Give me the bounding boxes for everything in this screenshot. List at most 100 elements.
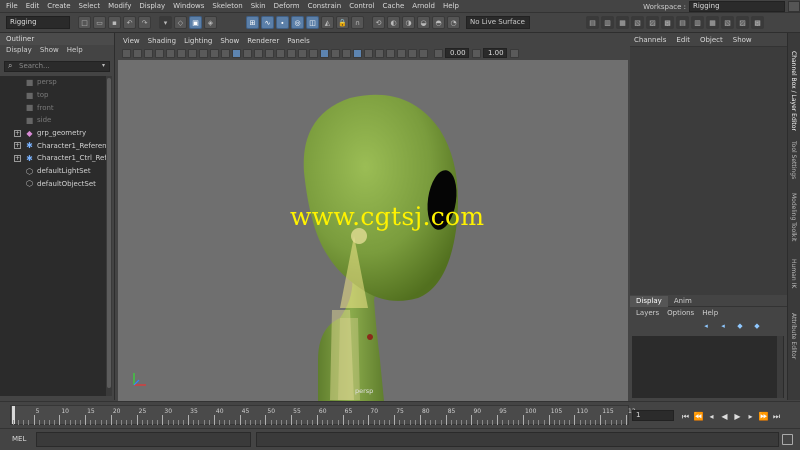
go-to-start-icon[interactable]: ⏮ xyxy=(680,411,691,422)
history-icon[interactable]: ⟲ xyxy=(372,16,385,29)
save-scene-icon[interactable]: ▪ xyxy=(108,16,121,29)
play-forward-icon[interactable]: ▶ xyxy=(732,411,743,422)
perspective-viewport[interactable]: www.cgtsj.com persp xyxy=(118,60,628,401)
lock-icon[interactable]: 🔒 xyxy=(336,16,349,29)
play-backward-icon[interactable]: ◀ xyxy=(719,411,730,422)
expand-icon[interactable]: + xyxy=(14,142,21,150)
snap-grid-icon[interactable]: ⊞ xyxy=(246,16,259,29)
current-frame-field[interactable]: 1 xyxy=(632,410,674,421)
select-mask-icon[interactable]: ◈ xyxy=(204,16,217,29)
shadows-icon[interactable] xyxy=(320,48,329,58)
open-scene-icon[interactable]: ▭ xyxy=(93,16,106,29)
gamma-field[interactable]: 1.00 xyxy=(483,48,507,58)
tab-attribute-editor[interactable]: Attribute Editor xyxy=(790,313,797,359)
layer-scrollbar[interactable] xyxy=(777,336,783,398)
outliner-scrollbar[interactable] xyxy=(106,76,112,396)
camera-icon-toolbar[interactable]: ◔ xyxy=(447,16,460,29)
wireframe-on-shaded-icon[interactable] xyxy=(287,48,296,58)
expand-icon[interactable]: + xyxy=(14,129,21,137)
time-slider-track[interactable]: 5 10 15 20 25 30 35 40 45 50 55 60 65 70 75 80 85 90 95 100… xyxy=(10,405,636,425)
menu-modify[interactable]: Modify xyxy=(108,2,131,10)
edit-menu[interactable]: Edit xyxy=(676,36,690,44)
menu-select[interactable]: Select xyxy=(79,2,101,10)
smooth-shade-icon[interactable] xyxy=(276,48,285,58)
toggle-panel-c-icon[interactable]: ▦ xyxy=(706,16,719,29)
menu-windows[interactable]: Windows xyxy=(173,2,204,10)
gate-mask-icon[interactable] xyxy=(221,48,230,58)
outliner-item[interactable]: + ✱ Character1_Ctrl_Reference xyxy=(0,152,112,165)
script-editor-icon[interactable] xyxy=(782,434,793,445)
snap-surface-icon[interactable]: ◫ xyxy=(306,16,319,29)
viewport-menu-panels[interactable]: Panels xyxy=(287,37,310,45)
viewport-menu-shading[interactable]: Shading xyxy=(148,37,176,45)
viewport-menu-renderer[interactable]: Renderer xyxy=(247,37,279,45)
field-chart-icon[interactable] xyxy=(232,48,241,58)
select-hierarchy-icon[interactable]: ▾ xyxy=(159,16,172,29)
outliner-item[interactable]: ■ front xyxy=(0,101,112,114)
ipr-render-icon[interactable]: ◑ xyxy=(402,16,415,29)
toggle-channel-icon[interactable]: ▧ xyxy=(631,16,644,29)
options-menu[interactable]: Options xyxy=(667,307,694,319)
outliner-item[interactable]: ⬡ defaultLightSet xyxy=(0,165,112,178)
toggle-layer-icon[interactable]: ▩ xyxy=(661,16,674,29)
textured-icon[interactable] xyxy=(298,48,307,58)
exposure-icon[interactable] xyxy=(434,48,443,58)
outliner-item[interactable]: ■ top xyxy=(0,89,112,102)
step-back-key-icon[interactable]: ⏪ xyxy=(693,411,704,422)
color-management-icon[interactable] xyxy=(510,48,519,58)
step-back-frame-icon[interactable]: ◂ xyxy=(706,411,717,422)
step-forward-frame-icon[interactable]: ▸ xyxy=(745,411,756,422)
outliner-menu-display[interactable]: Display xyxy=(6,45,32,56)
move-layer-down-icon[interactable]: ◂ xyxy=(717,322,729,331)
outliner-item[interactable]: + ✱ Character1_Reference xyxy=(0,139,112,152)
render-frame-icon[interactable]: ◐ xyxy=(387,16,400,29)
xray-joints-icon[interactable] xyxy=(397,48,406,58)
toggle-attr-icon[interactable]: ▦ xyxy=(616,16,629,29)
toggle-tool-settings-icon[interactable]: ▨ xyxy=(646,16,659,29)
redo-icon[interactable]: ↷ xyxy=(138,16,151,29)
magnet-icon[interactable]: ∩ xyxy=(351,16,364,29)
depth-of-field-icon[interactable] xyxy=(364,48,373,58)
channels-menu[interactable]: Channels xyxy=(634,36,666,44)
toggle-modeling-icon[interactable]: ▥ xyxy=(601,16,614,29)
select-camera-icon[interactable] xyxy=(122,48,131,58)
menu-arnold[interactable]: Arnold xyxy=(412,2,435,10)
menu-skin[interactable]: Skin xyxy=(251,2,266,10)
toggle-panel-b-icon[interactable]: ▥ xyxy=(691,16,704,29)
viewport-menu-lighting[interactable]: Lighting xyxy=(184,37,212,45)
menu-set-dropdown[interactable]: Rigging xyxy=(6,16,70,29)
exposure-field[interactable]: 0.00 xyxy=(445,48,469,58)
tab-tool-settings[interactable]: Tool Settings xyxy=(790,141,797,179)
select-component-icon[interactable]: ▣ xyxy=(189,16,202,29)
outliner-search-input[interactable]: Search... xyxy=(4,61,110,72)
menu-constrain[interactable]: Constrain xyxy=(308,2,342,10)
toggle-panel-e-icon[interactable]: ▨ xyxy=(736,16,749,29)
toggle-outliner-icon[interactable]: ▤ xyxy=(586,16,599,29)
outliner-menu-show[interactable]: Show xyxy=(40,45,59,56)
menu-deform[interactable]: Deform xyxy=(274,2,300,10)
tab-human-ik[interactable]: Human IK xyxy=(790,259,797,288)
toggle-panel-d-icon[interactable]: ▧ xyxy=(721,16,734,29)
workspace-dropdown[interactable]: Rigging xyxy=(689,1,785,12)
tab-modeling-toolkit[interactable]: Modeling Toolkit xyxy=(790,193,797,241)
render-settings-icon[interactable]: ◒ xyxy=(417,16,430,29)
viewport-menu-show[interactable]: Show xyxy=(220,37,239,45)
move-layer-up-icon[interactable]: ◂ xyxy=(700,322,712,331)
live-surface-field[interactable]: No Live Surface xyxy=(466,16,530,29)
menu-help[interactable]: Help xyxy=(443,2,459,10)
mel-label[interactable]: MEL xyxy=(12,435,26,443)
bookmark-icon[interactable] xyxy=(144,48,153,58)
menu-display[interactable]: Display xyxy=(139,2,165,10)
object-menu[interactable]: Object xyxy=(700,36,723,44)
grid-toggle-icon[interactable] xyxy=(188,48,197,58)
image-plane-icon[interactable] xyxy=(155,48,164,58)
safe-title-icon[interactable] xyxy=(254,48,263,58)
isolate-select-icon[interactable] xyxy=(375,48,384,58)
outliner-item[interactable]: ⬡ defaultObjectSet xyxy=(0,178,112,191)
mel-input[interactable] xyxy=(36,432,251,447)
tab-channel-box[interactable]: Channel Box / Layer Editor xyxy=(790,51,797,131)
symmetry-icon[interactable]: ◭ xyxy=(321,16,334,29)
grease-pencil-icon[interactable] xyxy=(177,48,186,58)
ambient-occlusion-icon[interactable] xyxy=(331,48,340,58)
tab-display[interactable]: Display xyxy=(630,295,668,307)
